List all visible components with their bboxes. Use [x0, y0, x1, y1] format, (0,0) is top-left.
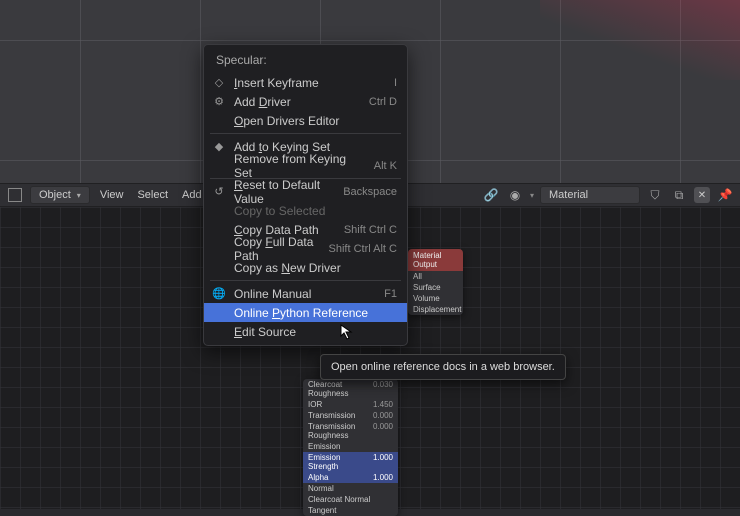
link-icon[interactable]: 🔗	[482, 186, 500, 204]
node-header[interactable]: Material Output	[408, 249, 463, 271]
menu-copy-full-data-path[interactable]: Copy Full Data Path Shift Ctrl Alt C	[204, 239, 407, 258]
pin-icon[interactable]: 📌	[716, 186, 734, 204]
shield-icon[interactable]: ⛉	[646, 186, 664, 204]
driver-icon: ⚙	[212, 95, 226, 108]
reset-icon: ↺	[212, 185, 226, 198]
node-row-label: Alpha	[308, 473, 328, 482]
menu-online-python-reference[interactable]: Online Python Reference	[204, 303, 407, 322]
menu-reset-default[interactable]: ↺ Reset to Default Value Backspace	[204, 182, 407, 201]
close-icon[interactable]: ✕	[694, 187, 710, 203]
separator	[210, 133, 401, 134]
mode-dropdown[interactable]: Object ▾	[30, 186, 90, 204]
material-label: Material	[549, 189, 588, 201]
editor-type-icon[interactable]	[6, 186, 24, 204]
shortcut: Shift Ctrl C	[344, 224, 397, 236]
menu-remove-from-keying-set[interactable]: Remove from Keying Set Alt K	[204, 156, 407, 175]
shortcut: Shift Ctrl Alt C	[329, 243, 397, 255]
separator	[210, 280, 401, 281]
menu-insert-keyframe[interactable]: ◇ Insert Keyframe I	[204, 73, 407, 92]
menu-select[interactable]: Select	[133, 189, 172, 201]
sphere-icon[interactable]: ◉	[506, 186, 524, 204]
node-row-label: Normal	[308, 484, 334, 493]
menu-online-manual[interactable]: 🌐 Online Manual F1	[204, 284, 407, 303]
node-row-label: Transmission	[308, 411, 355, 420]
node-row-label: Displacement	[413, 305, 461, 314]
menu-view[interactable]: View	[96, 189, 128, 201]
shortcut: Ctrl D	[369, 96, 397, 108]
keyframe-icon: ◇	[212, 76, 226, 89]
tooltip-text: Open online reference docs in a web brow…	[331, 361, 555, 373]
node-row-label: Tangent	[308, 506, 336, 515]
node-row-label: Clearcoat Roughness	[308, 380, 367, 398]
menu-copy-to-selected: Copy to Selected	[204, 201, 407, 220]
node-row-label: Volume	[413, 294, 440, 303]
copy-icon[interactable]: ⧉	[670, 186, 688, 204]
menu-add[interactable]: Add	[178, 189, 206, 201]
node-bsdf[interactable]: Clearcoat Roughness0.030 IOR1.450 Transm…	[303, 379, 398, 516]
node-row-label: All	[413, 272, 422, 281]
shortcut: Backspace	[343, 186, 397, 198]
shortcut: I	[394, 77, 397, 89]
mode-label: Object	[39, 189, 71, 201]
node-row-label: Surface	[413, 283, 441, 292]
node-row-label: Emission	[308, 442, 340, 451]
chevron-down-icon: ▾	[530, 191, 534, 200]
shortcut: Alt K	[374, 160, 397, 172]
tooltip: Open online reference docs in a web brow…	[320, 354, 566, 380]
menu-add-driver[interactable]: ⚙ Add Driver Ctrl D	[204, 92, 407, 111]
keyingset-icon: ◆	[212, 140, 226, 153]
context-menu: Specular: ◇ Insert Keyframe I ⚙ Add Driv…	[203, 44, 408, 346]
node-material-output[interactable]: Material Output All Surface Volume Displ…	[408, 249, 463, 315]
material-field[interactable]: Material	[540, 186, 640, 204]
manual-icon: 🌐	[212, 287, 226, 300]
menu-copy-as-new-driver[interactable]: Copy as New Driver	[204, 258, 407, 277]
context-menu-title: Specular:	[204, 49, 407, 73]
node-row-label: Transmission Roughness	[308, 422, 367, 440]
node-row-label: Emission Strength	[308, 453, 367, 471]
node-row-label: IOR	[308, 400, 322, 409]
menu-open-drivers-editor[interactable]: Open Drivers Editor	[204, 111, 407, 130]
shortcut: F1	[384, 288, 397, 300]
node-row-label: Clearcoat Normal	[308, 495, 370, 504]
menu-edit-source[interactable]: Edit Source	[204, 322, 407, 341]
chevron-down-icon: ▾	[77, 191, 81, 200]
